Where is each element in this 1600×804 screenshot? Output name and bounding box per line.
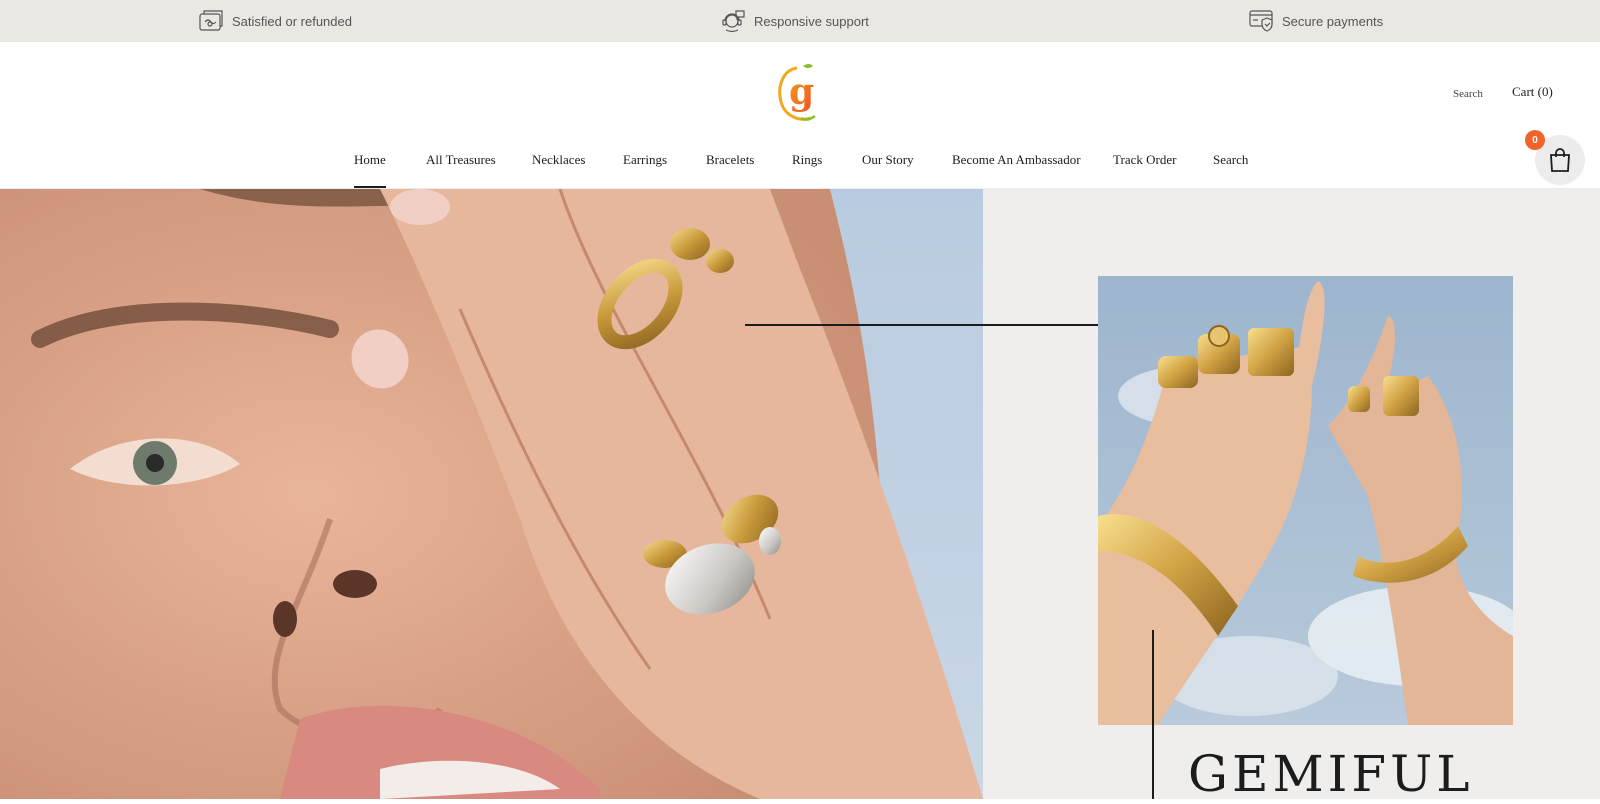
nav-item-earrings[interactable]: Earrings: [623, 150, 667, 188]
hero-main-image: [0, 189, 983, 799]
nav-item-rings[interactable]: Rings: [792, 150, 822, 188]
hero-portrait-illustration: [0, 189, 983, 799]
nav-item-our-story[interactable]: Our Story: [862, 150, 914, 188]
nav-item-bracelets[interactable]: Bracelets: [706, 150, 754, 188]
topbar-item-support: Responsive support: [720, 0, 869, 42]
nav-item-track-order[interactable]: Track Order: [1113, 150, 1176, 188]
nav-item-search[interactable]: Search: [1213, 150, 1248, 188]
refund-icon: [199, 10, 223, 31]
nav-item-necklaces[interactable]: Necklaces: [532, 150, 585, 188]
svg-text:g: g: [789, 71, 814, 113]
hero-connector-line-horizontal: [745, 324, 1098, 326]
hero-connector-line-vertical: [1152, 630, 1154, 799]
shopping-bag-icon: [1550, 148, 1570, 172]
secure-payment-icon: [1249, 10, 1273, 32]
topbar-label-support: Responsive support: [754, 13, 869, 29]
topbar-item-payments: Secure payments: [1248, 0, 1383, 42]
site-header: g Search Cart (0) Home All Treasures Nec…: [0, 42, 1600, 189]
announcement-bar: Satisfied or refunded Responsive support…: [0, 0, 1600, 42]
support-icon: [722, 10, 745, 33]
topbar-label-refund: Satisfied or refunded: [232, 13, 352, 29]
jewelry-hands-illustration: [1098, 276, 1513, 725]
hero-inset-image: [1098, 276, 1513, 725]
nav-item-home[interactable]: Home: [354, 150, 386, 188]
topbar-item-refund: Satisfied or refunded: [198, 0, 352, 42]
nav-item-all-treasures[interactable]: All Treasures: [426, 150, 496, 188]
hero-title: GEMIFUL: [1188, 745, 1474, 803]
main-nav: Home All Treasures Necklaces Earrings Br…: [0, 150, 1600, 188]
nav-item-become-ambassador[interactable]: Become An Ambassador: [952, 150, 1081, 188]
header-search-link[interactable]: Search: [1453, 88, 1483, 100]
header-cart-link[interactable]: Cart (0): [1512, 84, 1553, 100]
cart-count-badge: 0: [1525, 130, 1545, 150]
brand-logo[interactable]: g: [775, 62, 827, 124]
topbar-label-payments: Secure payments: [1282, 13, 1384, 29]
